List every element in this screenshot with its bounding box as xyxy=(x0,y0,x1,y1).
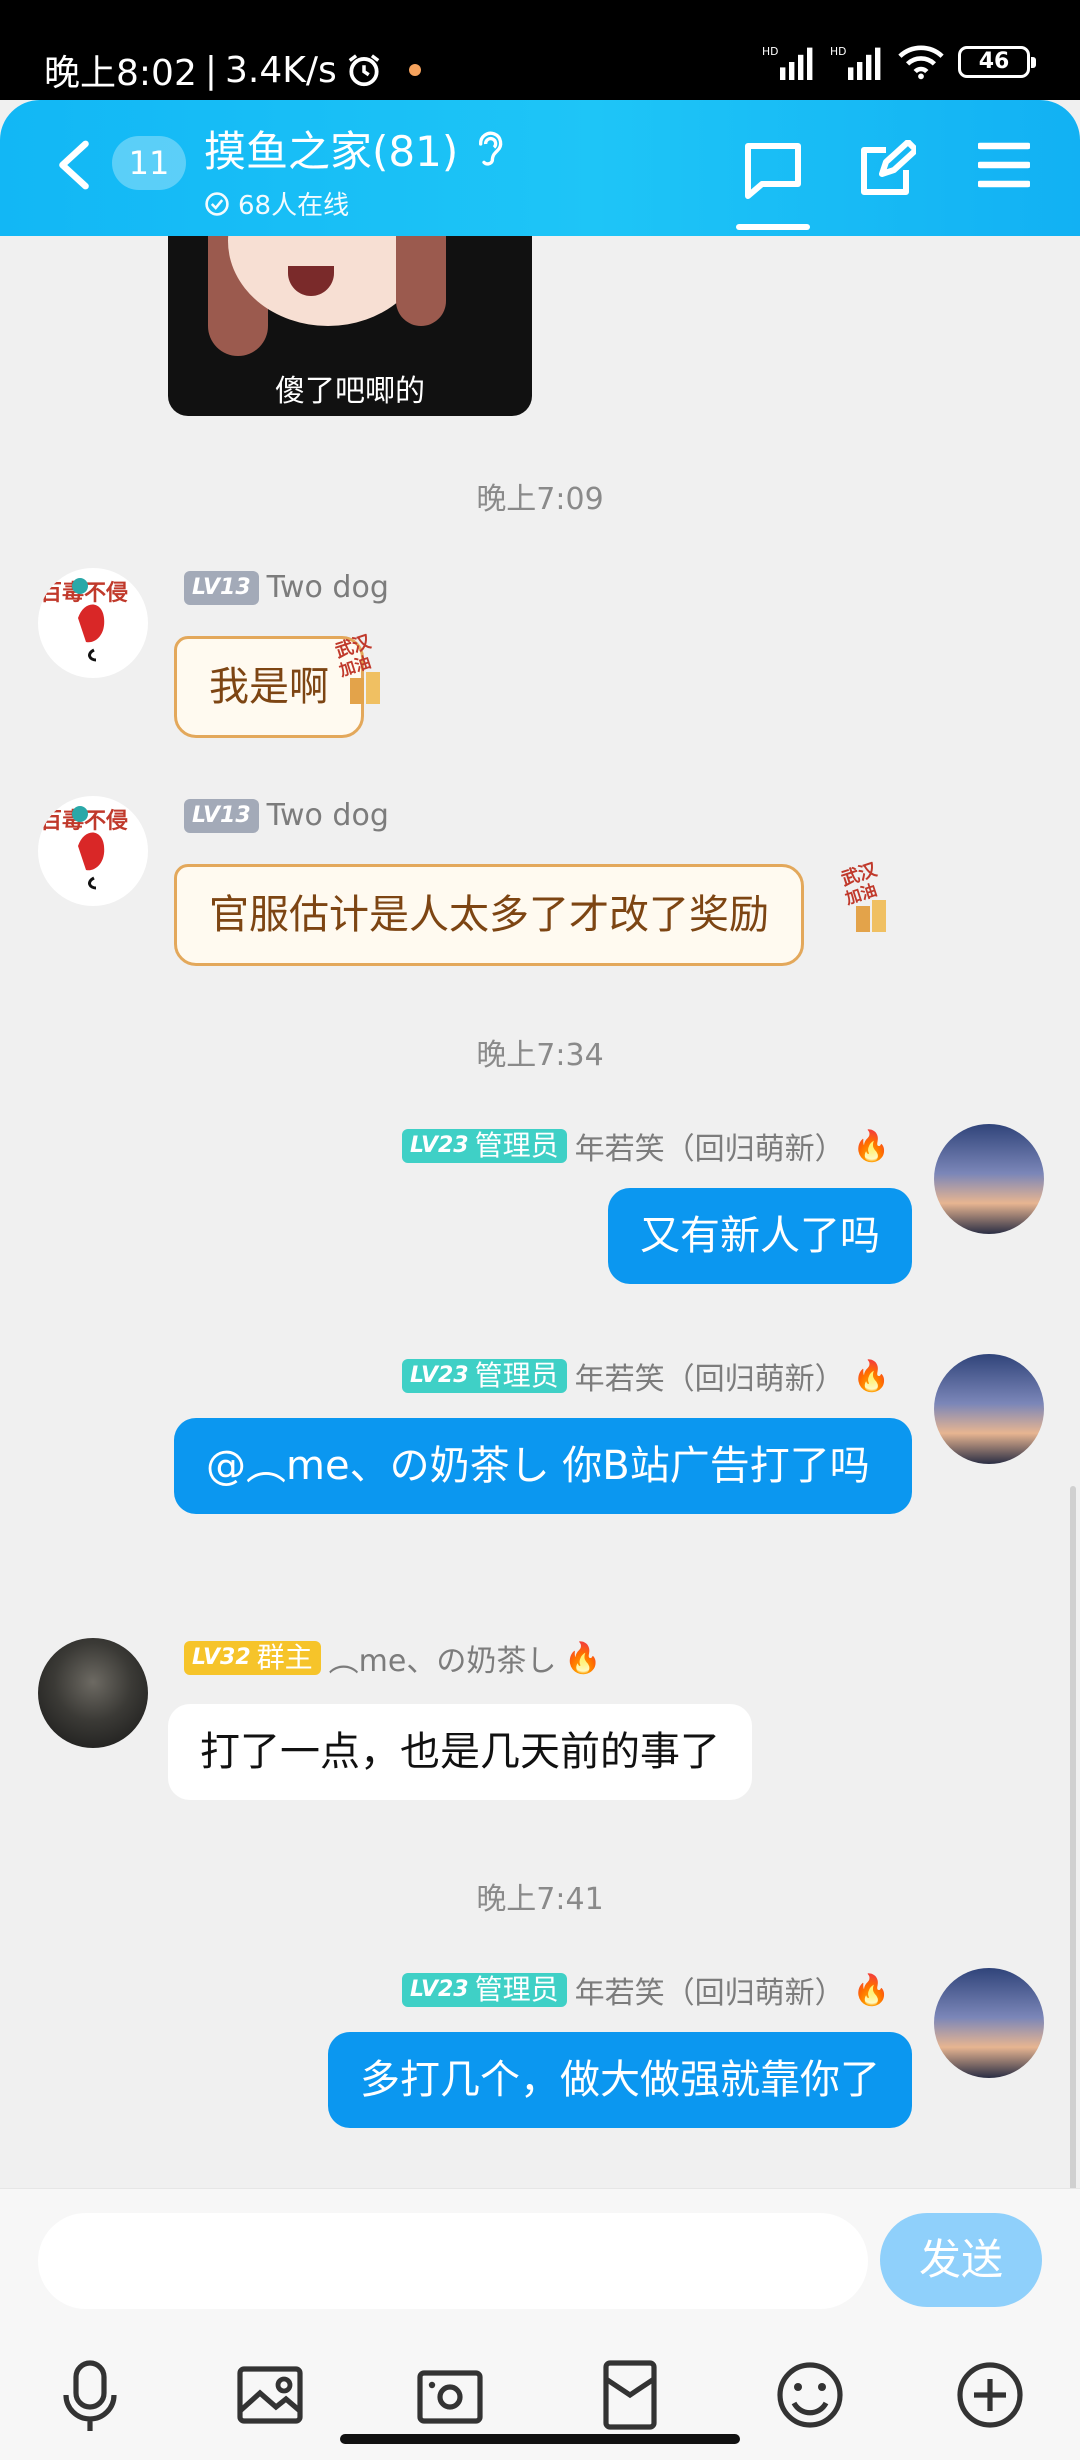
avatar[interactable]: 百毒不侵 xyxy=(38,796,148,906)
status-bar: 晚上8:02 | 3.4K/s HD HD 46 xyxy=(0,0,1080,100)
online-check-icon xyxy=(205,191,229,216)
level-badge: LV23 管理员 xyxy=(401,1973,567,2007)
message-input[interactable] xyxy=(38,2213,868,2309)
sender-meta: LV32 群主 ︵me、の奶茶し 🔥 xyxy=(184,1636,602,1680)
timestamp: 晚上7:09 xyxy=(476,482,604,517)
role-label: 管理员 xyxy=(474,1973,559,2006)
message-text: 多打几个，做大做强就靠你了 xyxy=(360,2057,880,2103)
level-badge: LV13 xyxy=(184,798,259,833)
svg-text:HD: HD xyxy=(762,45,778,58)
sender-meta: LV23 管理员 年若笑（回归萌新） 🔥 xyxy=(401,1124,890,1168)
image-icon[interactable] xyxy=(230,2355,310,2435)
menu-icon[interactable] xyxy=(978,140,1030,190)
avatar[interactable]: 百毒不侵 xyxy=(38,568,148,678)
group-name: 摸鱼之家(81) xyxy=(204,127,459,176)
wifi-icon xyxy=(898,45,944,80)
avatar[interactable] xyxy=(934,1124,1044,1234)
camera-icon[interactable] xyxy=(410,2355,490,2435)
signal-icon-2: HD xyxy=(830,45,881,80)
ear-icon xyxy=(479,131,503,166)
message-bubble[interactable]: 多打几个，做大做强就靠你了 xyxy=(328,2032,912,2128)
avatar[interactable] xyxy=(934,1354,1044,1464)
sticker-image[interactable]: 傻了吧唧的 xyxy=(168,236,532,416)
sender-name[interactable]: 年若笑（回归萌新） xyxy=(575,1124,845,1168)
scrollbar[interactable] xyxy=(1070,1486,1076,2188)
online-count: 68人在线 xyxy=(238,191,350,221)
level-badge: LV23 管理员 xyxy=(401,1359,567,1393)
cartoon-avatar-icon: 百毒不侵 xyxy=(40,806,128,890)
level-badge: LV23 管理员 xyxy=(401,1129,567,1163)
message-bubble[interactable]: 官服估计是人太多了才改了奖励 xyxy=(174,864,804,966)
status-time: 晚上8:02 xyxy=(44,53,197,94)
home-indicator[interactable] xyxy=(340,2434,740,2444)
send-button[interactable]: 发送 xyxy=(880,2213,1042,2307)
flame-icon: 🔥 xyxy=(852,1972,890,2008)
back-arrow-icon[interactable] xyxy=(56,140,92,190)
input-bar: 发送 xyxy=(0,2188,1080,2460)
red-packet-icon[interactable] xyxy=(590,2355,670,2435)
timestamp: 晚上7:41 xyxy=(476,1882,604,1917)
sender-meta: LV23 管理员 年若笑（回归萌新） 🔥 xyxy=(401,1354,890,1398)
unread-badge[interactable]: 11 xyxy=(112,136,186,190)
network-speed: 3.4K/s xyxy=(224,49,337,91)
level-badge: LV32 群主 xyxy=(184,1641,321,1675)
edit-icon[interactable] xyxy=(858,140,916,198)
notification-dot xyxy=(408,64,421,76)
role-label: 群主 xyxy=(256,1641,313,1674)
message-list[interactable]: 傻了吧唧的 晚上7:09 百毒不侵 LV13 Two dog 我是啊 武汉 加油 … xyxy=(0,236,1080,2188)
role-label: 管理员 xyxy=(474,1129,559,1162)
bubble-decoration-icon: 武汉加油 xyxy=(333,631,380,704)
message-text: 官服估计是人太多了才改了奖励 xyxy=(209,892,769,938)
sender-name[interactable]: Two dog xyxy=(267,570,389,605)
sticker-caption: 傻了吧唧的 xyxy=(275,374,425,409)
microphone-icon[interactable] xyxy=(50,2355,130,2435)
timestamp: 晚上7:34 xyxy=(476,1038,604,1073)
message-bubble[interactable]: 打了一点，也是几天前的事了 xyxy=(168,1704,752,1800)
battery-icon: 46 xyxy=(958,46,1036,78)
header-title-block[interactable]: 摸鱼之家(81) 68人在线 xyxy=(204,118,506,222)
flame-icon: 🔥 xyxy=(852,1128,890,1164)
message-text: 又有新人了吗 xyxy=(640,1213,880,1259)
level-badge: LV13 xyxy=(184,570,259,605)
sender-meta: LV13 Two dog xyxy=(184,798,389,833)
cartoon-avatar-icon: 百毒不侵 xyxy=(40,578,128,662)
message-bubble[interactable]: 又有新人了吗 xyxy=(608,1188,912,1284)
role-label: 管理员 xyxy=(474,1359,559,1392)
sender-meta: LV13 Two dog xyxy=(184,570,389,605)
plus-icon[interactable] xyxy=(950,2355,1030,2435)
message-text: @︵me、の奶茶し 你B站广告打了吗 xyxy=(206,1443,870,1489)
active-tab-indicator xyxy=(736,224,810,230)
chat-bubble-icon[interactable] xyxy=(742,140,804,200)
chat-header: 11 摸鱼之家(81) 68人在线 xyxy=(0,100,1080,236)
avatar[interactable] xyxy=(934,1968,1044,2078)
message-text: 打了一点，也是几天前的事了 xyxy=(200,1729,720,1775)
bubble-decoration-icon: 武汉加油 xyxy=(839,859,886,932)
alarm-icon xyxy=(348,54,380,87)
message-text: 我是啊 xyxy=(209,664,329,710)
message-bubble[interactable]: @︵me、の奶茶し 你B站广告打了吗 xyxy=(174,1418,912,1514)
sender-name[interactable]: 年若笑（回归萌新） xyxy=(575,1968,845,2012)
sender-meta: LV23 管理员 年若笑（回归萌新） 🔥 xyxy=(401,1968,890,2012)
sender-name[interactable]: ︵me、の奶茶し xyxy=(329,1636,557,1680)
sender-name[interactable]: 年若笑（回归萌新） xyxy=(575,1354,845,1398)
flame-icon: 🔥 xyxy=(852,1358,890,1394)
svg-text:HD: HD xyxy=(830,45,846,58)
flame-icon: 🔥 xyxy=(564,1640,602,1676)
sender-name[interactable]: Two dog xyxy=(267,798,389,833)
signal-icon: HD xyxy=(762,45,813,80)
emoji-icon[interactable] xyxy=(770,2355,850,2435)
avatar[interactable] xyxy=(38,1638,148,1748)
